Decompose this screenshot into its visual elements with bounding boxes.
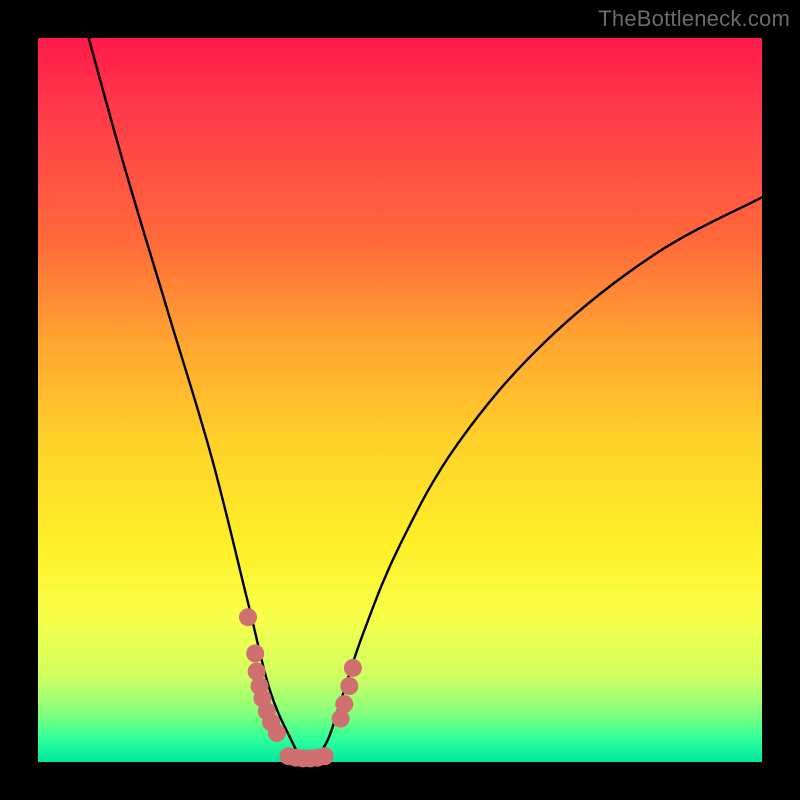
data-marker	[335, 695, 353, 713]
chart-svg	[38, 38, 762, 762]
data-marker	[344, 659, 362, 677]
data-marker	[340, 677, 358, 695]
data-marker	[246, 644, 264, 662]
chart-stage: TheBottleneck.com	[0, 0, 800, 800]
bottleneck-curve	[89, 38, 762, 761]
data-marker	[239, 608, 257, 626]
marker-layer	[239, 608, 362, 767]
data-marker	[316, 747, 334, 765]
watermark-text: TheBottleneck.com	[598, 6, 790, 32]
data-marker	[268, 724, 286, 742]
